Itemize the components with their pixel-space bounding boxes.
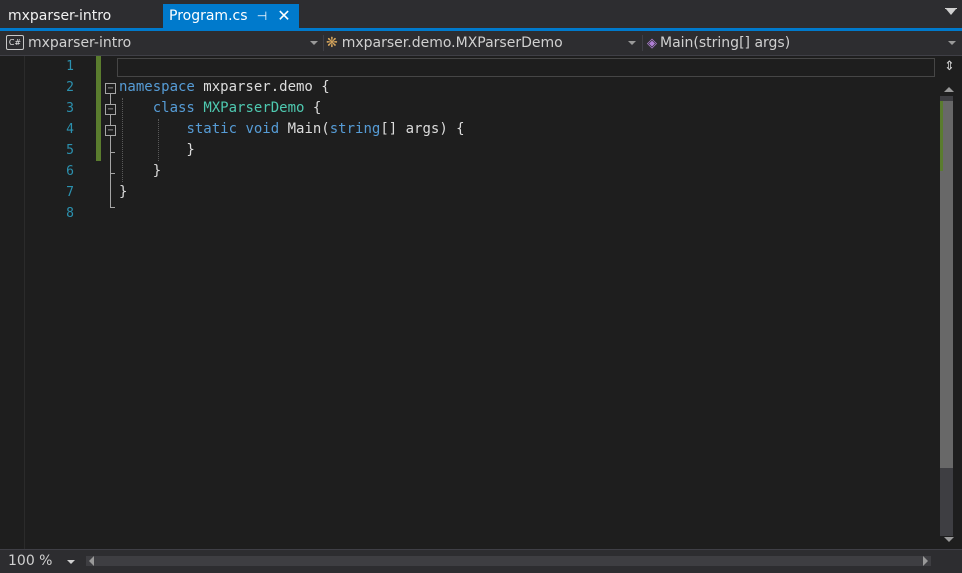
collapse-class-icon[interactable]: − [105,104,116,115]
line-number: 1 [66,59,74,74]
scroll-left-icon[interactable] [89,556,94,566]
navigation-bar: C# mxparser-intro ❋ mxparser.demo.MXParser… [0,31,962,56]
code-text: } [119,184,128,200]
code-text: mxparser.demo { [194,79,330,95]
line-number: 5 [66,143,74,158]
member-dropdown[interactable]: ◈ Main(string[] args) [647,32,960,54]
keyword: class [152,100,195,116]
divider [323,35,324,51]
type-name: MXParserDemo [203,100,305,116]
member-name: Main(string[] args) [660,35,791,51]
line-number: 6 [66,164,74,179]
code-text: [] args) { [380,121,465,137]
code-line-5[interactable]: } [119,140,195,161]
line-number: 7 [66,185,74,200]
project-name: mxparser-intro [28,35,132,51]
chevron-down-icon [67,560,75,564]
scroll-right-icon[interactable] [923,556,928,566]
code-line-6[interactable]: } [119,161,161,182]
scroll-down-icon[interactable] [944,537,954,542]
resize-grip[interactable] [940,555,952,567]
keyword: namespace [119,79,195,95]
pin-icon[interactable]: ⊣ [254,4,270,28]
outline-line [110,173,111,207]
scroll-up-icon[interactable] [944,87,954,92]
horizontal-scrollbar[interactable] [86,556,931,566]
outline-end [110,207,115,208]
outline-line [110,152,111,173]
class-icon: ❋ [326,35,338,51]
outline-line [110,115,111,125]
tab-overflow-dropdown-icon[interactable] [946,9,956,15]
tab-mxparser-intro[interactable]: mxparser-intro [0,4,121,28]
editor-bottom-bar: 100 % [0,549,962,573]
code-text: } [119,163,162,179]
chevron-down-icon [948,41,956,45]
keyword: static void [186,121,280,137]
code-line-3[interactable]: class MXParserDemo { [119,98,322,119]
document-tab-strip: mxparser-intro Program.cs ⊣ ✕ [0,0,962,31]
code-line-2[interactable]: namespace mxparser.demo { [119,77,330,98]
code-line-4[interactable]: static void Main(string[] args) { [119,119,465,140]
zoom-level: 100 % [8,553,53,569]
indicator-margin[interactable] [0,56,25,549]
keyword: string [329,121,381,137]
code-text: } [119,142,195,158]
project-dropdown[interactable]: C# mxparser-intro [6,32,322,54]
code-line-7[interactable]: } [119,182,127,203]
tab-program-cs[interactable]: Program.cs ⊣ ✕ [163,4,299,28]
line-number: 3 [66,101,74,116]
outline-line [110,136,111,152]
collapse-namespace-icon[interactable]: − [105,83,116,94]
change-tracking-marker [96,56,101,161]
zoom-dropdown[interactable]: 100 % [8,552,82,571]
code-editor[interactable]: 1 2 3 4 5 6 7 8 − − − namespace mxparser… [0,56,962,549]
current-line-highlight [117,58,935,77]
tab-label: Program.cs [169,8,248,24]
divider [642,35,643,51]
type-dropdown[interactable]: ❋ mxparser.demo.MXParserDemo [326,32,640,54]
code-text: { [304,100,322,116]
type-name: mxparser.demo.MXParserDemo [341,35,563,51]
line-number: 8 [66,206,74,221]
line-number: 4 [66,122,74,137]
code-text: Main( [279,121,330,137]
chevron-down-icon [310,41,318,45]
scroll-change-marker [940,101,943,171]
close-icon[interactable]: ✕ [275,4,293,28]
vertical-scrollbar[interactable]: ⇕ [935,56,962,549]
collapse-method-icon[interactable]: − [105,125,116,136]
method-icon: ◈ [647,36,657,51]
split-window-icon[interactable]: ⇕ [944,59,955,75]
chevron-down-icon [628,41,636,45]
tab-label: mxparser-intro [8,8,112,24]
csharp-project-icon: C# [6,34,24,50]
outline-line [110,94,111,104]
line-number: 2 [66,80,74,95]
